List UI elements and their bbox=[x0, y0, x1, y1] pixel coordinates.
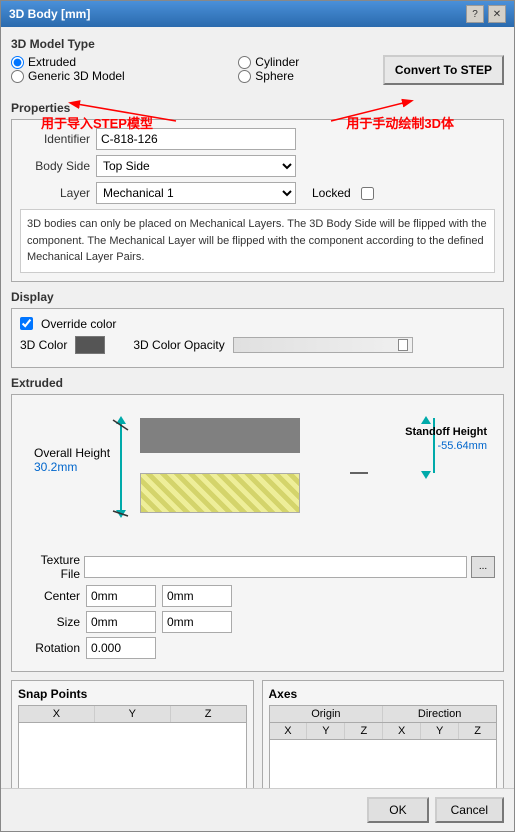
snap-col-z: Z bbox=[171, 706, 246, 722]
axes-top-row: Origin Direction bbox=[269, 705, 498, 723]
properties-box: Identifier Body Side Top Side Bottom Sid… bbox=[11, 119, 504, 282]
arrow-top-2 bbox=[421, 416, 431, 424]
standoff-height-label: Standoff Height bbox=[405, 426, 487, 438]
axes-col-dx: X bbox=[383, 723, 421, 739]
rotation-input[interactable] bbox=[86, 637, 156, 659]
center-y-input[interactable] bbox=[162, 585, 232, 607]
axes-panel: Axes Origin Direction X Y Z X Y Z bbox=[262, 680, 505, 789]
layer-label: Layer bbox=[20, 186, 90, 200]
snap-col-y: Y bbox=[95, 706, 171, 722]
size-x-input[interactable] bbox=[86, 611, 156, 633]
window-title: 3D Body [mm] bbox=[9, 7, 90, 21]
snap-col-x: X bbox=[19, 706, 95, 722]
generic-label: Generic 3D Model bbox=[28, 69, 125, 83]
arrow-bottom-2 bbox=[421, 471, 431, 479]
body-side-label: Body Side bbox=[20, 159, 90, 173]
size-row: Size bbox=[20, 611, 495, 633]
close-button[interactable]: ✕ bbox=[488, 5, 506, 23]
center-row: Center bbox=[20, 585, 495, 607]
annotation-left: 用于导入STEP模型 bbox=[41, 113, 153, 132]
title-bar-controls: ? ✕ bbox=[466, 5, 506, 23]
radio-extruded[interactable]: Extruded bbox=[11, 55, 125, 69]
axes-col-dy: Y bbox=[421, 723, 459, 739]
main-window: 3D Body [mm] ? ✕ 3D Model Type Extruded … bbox=[0, 0, 515, 832]
axes-direction-label: Direction bbox=[383, 706, 496, 722]
snap-column-headers: X Y Z bbox=[18, 705, 247, 723]
display-label: Display bbox=[11, 290, 504, 304]
axes-origin-label: Origin bbox=[270, 706, 384, 722]
layer-select[interactable]: Mechanical 1 Mechanical 2 bbox=[96, 182, 296, 204]
bottom-panels: Snap Points X Y Z Add Delete Average bbox=[11, 680, 504, 789]
axes-table-body bbox=[269, 740, 498, 789]
dialog-content: 3D Model Type Extruded Generic 3D Model bbox=[1, 27, 514, 788]
cancel-button[interactable]: Cancel bbox=[435, 797, 504, 823]
override-color-row: Override color bbox=[20, 317, 495, 331]
axes-col-oy: Y bbox=[307, 723, 345, 739]
rotation-label: Rotation bbox=[20, 641, 80, 655]
opacity-slider[interactable] bbox=[233, 337, 413, 353]
extruded-visual: Overall Height 30.2mm Standoff Height -5… bbox=[20, 408, 495, 548]
radio-sphere[interactable]: Sphere bbox=[238, 69, 299, 83]
color-row: 3D Color 3D Color Opacity bbox=[20, 336, 495, 354]
locked-label: Locked bbox=[312, 186, 351, 200]
radio-group-left: Extruded Generic 3D Model bbox=[11, 55, 125, 83]
override-color-label: Override color bbox=[41, 317, 116, 331]
texture-row: Texture File ... bbox=[20, 553, 495, 581]
color-swatch[interactable] bbox=[75, 336, 105, 354]
axes-col-ox: X bbox=[270, 723, 308, 739]
layer-notice: 3D bodies can only be placed on Mechanic… bbox=[20, 209, 495, 273]
standoff-height-value: -55.64mm bbox=[437, 440, 487, 452]
axes-header: Origin Direction X Y Z X Y Z bbox=[269, 705, 498, 740]
opacity-thumb bbox=[398, 339, 408, 351]
sphere-label: Sphere bbox=[255, 69, 294, 83]
size-label: Size bbox=[20, 615, 80, 629]
dialog-footer: OK Cancel bbox=[1, 788, 514, 831]
cylinder-label: Cylinder bbox=[255, 55, 299, 69]
axes-col-dz: Z bbox=[459, 723, 496, 739]
annotation-right: 用于手动绘制3D体 bbox=[346, 113, 454, 132]
radio-cylinder[interactable]: Cylinder bbox=[238, 55, 299, 69]
help-button[interactable]: ? bbox=[466, 5, 484, 23]
convert-to-step-button[interactable]: Convert To STEP bbox=[383, 55, 504, 85]
display-box: Override color 3D Color 3D Color Opacity bbox=[11, 308, 504, 368]
locked-checkbox[interactable] bbox=[361, 187, 374, 200]
overall-height-label: Overall Height bbox=[34, 446, 110, 460]
size-y-input[interactable] bbox=[162, 611, 232, 633]
texture-label: Texture File bbox=[20, 553, 80, 581]
snap-table-body bbox=[18, 723, 247, 789]
color-label: 3D Color bbox=[20, 338, 67, 352]
overall-height-value: 30.2mm bbox=[34, 460, 77, 474]
opacity-label: 3D Color Opacity bbox=[133, 338, 224, 352]
body-side-row: Body Side Top Side Bottom Side bbox=[20, 155, 495, 177]
identifier-label: Identifier bbox=[20, 132, 90, 146]
radio-group-right: Cylinder Sphere bbox=[238, 55, 299, 83]
arrow-ticks bbox=[20, 408, 420, 548]
center-x-input[interactable] bbox=[86, 585, 156, 607]
axes-sub-row: X Y Z X Y Z bbox=[269, 723, 498, 740]
layer-row: Layer Mechanical 1 Mechanical 2 Locked bbox=[20, 182, 495, 204]
texture-input[interactable] bbox=[84, 556, 467, 578]
extruded-label: Extruded bbox=[28, 55, 76, 69]
snap-table-header: X Y Z bbox=[18, 705, 247, 723]
title-bar: 3D Body [mm] ? ✕ bbox=[1, 1, 514, 27]
model-type-label: 3D Model Type bbox=[11, 37, 504, 51]
snap-points-title: Snap Points bbox=[18, 687, 247, 701]
extruded-box: Overall Height 30.2mm Standoff Height -5… bbox=[11, 394, 504, 672]
snap-points-panel: Snap Points X Y Z Add Delete Average bbox=[11, 680, 254, 789]
rotation-row: Rotation bbox=[20, 637, 495, 659]
extruded-section: Extruded bbox=[11, 376, 504, 672]
radio-generic[interactable]: Generic 3D Model bbox=[11, 69, 125, 83]
body-side-select[interactable]: Top Side Bottom Side bbox=[96, 155, 296, 177]
browse-button[interactable]: ... bbox=[471, 556, 495, 578]
model-type-section: 3D Model Type Extruded Generic 3D Model bbox=[11, 37, 504, 85]
extruded-label: Extruded bbox=[11, 376, 504, 390]
override-color-checkbox[interactable] bbox=[20, 317, 33, 330]
display-section: Display Override color 3D Color 3D Color… bbox=[11, 290, 504, 368]
ok-button[interactable]: OK bbox=[367, 797, 428, 823]
center-label: Center bbox=[20, 589, 80, 603]
axes-title: Axes bbox=[269, 687, 498, 701]
axes-col-oz: Z bbox=[345, 723, 383, 739]
